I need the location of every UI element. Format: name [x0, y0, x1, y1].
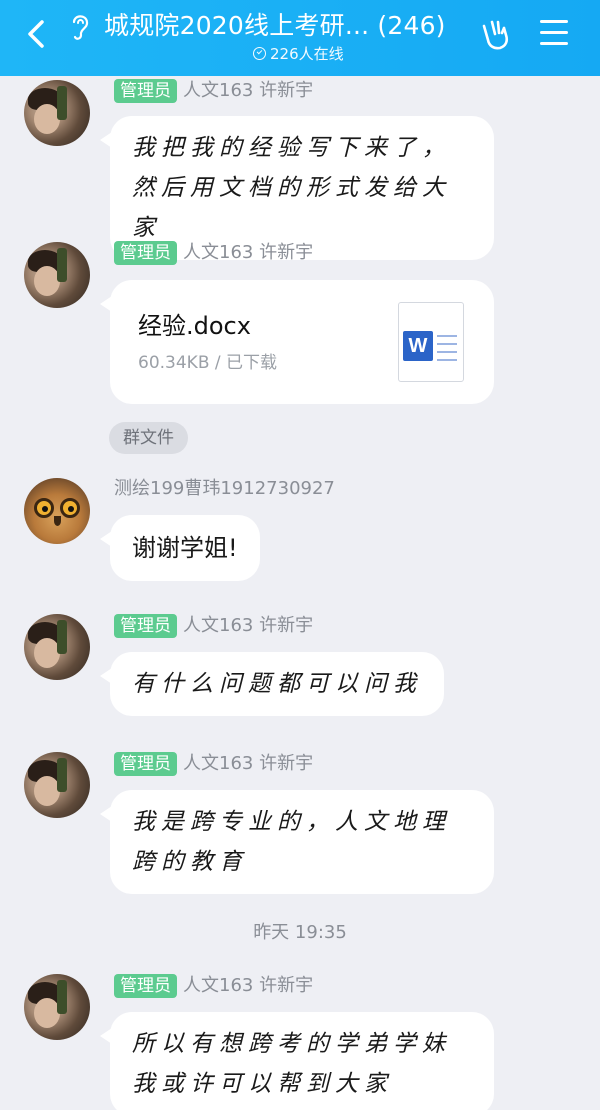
online-count-text: 226人在线 [270, 45, 344, 63]
message-bubble[interactable]: 所以有想跨考的学弟学妹我或许可以帮到大家 [100, 1012, 494, 1110]
admin-badge: 管理员 [114, 79, 177, 103]
timestamp: 昨天 19:35 [253, 922, 347, 943]
sender-name[interactable]: 人文163 许新宇 [183, 79, 313, 103]
message-bubble[interactable]: 谢谢学姐! [100, 515, 260, 581]
admin-badge: 管理员 [114, 614, 177, 638]
menu-icon[interactable] [540, 20, 568, 46]
avatar[interactable] [24, 752, 90, 818]
avatar[interactable] [24, 242, 90, 308]
sender-name[interactable]: 人文163 许新宇 [183, 241, 313, 265]
sender-line: 管理员 人文163 许新宇 [114, 241, 313, 267]
chat-header: 城规院2020线上考研... (246) 226人在线 [0, 0, 600, 76]
file-meta: 60.34KB / 已下载 [138, 353, 278, 373]
file-name: 经验.docx [138, 312, 251, 340]
sender-line: 管理员 人文163 许新宇 [114, 752, 313, 778]
avatar[interactable] [24, 614, 90, 680]
sender-line: 管理员 人文163 许新宇 [114, 614, 313, 640]
message-bubble[interactable]: 我把我的经验写下来了，然后用文档的形式发给大家 [100, 116, 494, 260]
word-file-icon: W [398, 302, 464, 382]
sender-name[interactable]: 人文163 许新宇 [183, 974, 313, 998]
avatar[interactable] [24, 80, 90, 146]
gesture-hand-icon[interactable] [478, 16, 512, 52]
avatar[interactable] [24, 974, 90, 1040]
admin-badge: 管理员 [114, 752, 177, 776]
admin-badge: 管理员 [114, 974, 177, 998]
word-letter: W [403, 331, 433, 361]
group-files-tag[interactable]: 群文件 [109, 422, 188, 454]
ear-icon[interactable] [66, 10, 94, 42]
online-check-icon [253, 47, 266, 60]
message-bubble[interactable]: 有什么问题都可以问我 [100, 652, 444, 716]
message-bubble[interactable]: 我是跨专业的，人文地理跨的教育 [100, 790, 494, 894]
avatar[interactable] [24, 478, 90, 544]
sender-name[interactable]: 人文163 许新宇 [183, 752, 313, 776]
file-message-card[interactable]: 经验.docx 60.34KB / 已下载 W [100, 280, 494, 404]
chat-title[interactable]: 城规院2020线上考研... (246) [104, 6, 446, 42]
sender-name[interactable]: 人文163 许新宇 [183, 614, 313, 638]
sender-line: 管理员 人文163 许新宇 [114, 79, 313, 105]
sender-line: 管理员 人文163 许新宇 [114, 974, 313, 1000]
back-arrow-icon[interactable] [16, 14, 56, 54]
online-count: 226人在线 [253, 43, 344, 64]
sender-name[interactable]: 测绘199曹玮1912730927 [114, 477, 335, 501]
sender-line: 测绘199曹玮1912730927 [114, 477, 335, 503]
admin-badge: 管理员 [114, 241, 177, 265]
